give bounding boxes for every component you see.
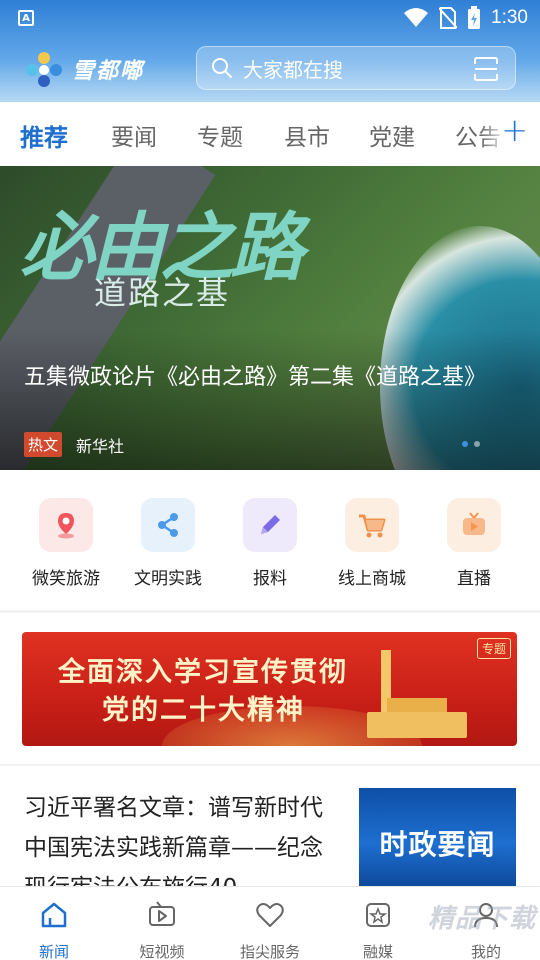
nav-label: 短视频 [139, 943, 185, 960]
status-time: 1:30 [491, 7, 528, 28]
banner-subtitle: 道路之基 [94, 274, 231, 312]
quick-entry-smile-tour[interactable]: 微笑旅游 [14, 498, 118, 589]
tab-counties[interactable]: 县市 [284, 118, 330, 152]
quick-entry-mall[interactable]: 线上商城 [320, 498, 424, 589]
nav-services[interactable]: 指尖服务 [216, 899, 324, 960]
section-divider [0, 610, 540, 613]
news-list-item[interactable]: 习近平署名文章：谱写新时代中国宪法实践新篇章——纪念现行宪法公布施行40 时政要… [0, 766, 540, 886]
quick-entry-civilization[interactable]: 文明实践 [116, 498, 220, 589]
tab-topics[interactable]: 专题 [197, 118, 243, 152]
nav-label: 新闻 [38, 943, 69, 960]
banner-title: 五集微政论片《必由之路》第二集《道路之基》 [24, 365, 487, 390]
quick-entry-label: 报料 [253, 569, 287, 589]
snowflake-logo-icon [26, 52, 62, 87]
battery-charging-icon [468, 6, 481, 29]
promo-line-1: 全面深入学习宣传贯彻 [58, 657, 348, 688]
quick-entry-label: 微笑旅游 [32, 569, 100, 589]
status-bar: A 1:30 [0, 0, 540, 36]
location-pin-icon [39, 498, 93, 552]
search-bar[interactable]: 大家都在搜 [196, 46, 516, 90]
featured-banner[interactable]: 必由之路 道路之基 五集微政论片《必由之路》第二集《道路之基》 热文 新华社 [0, 166, 540, 470]
no-sim-icon [439, 7, 458, 29]
search-placeholder: 大家都在搜 [243, 57, 343, 82]
hot-tag: 热文 [24, 432, 63, 457]
app-header: A 1:30 雪都嘟 大家都在搜 [0, 0, 540, 102]
tab-headlines[interactable]: 要闻 [111, 118, 157, 152]
pencil-icon [243, 498, 297, 552]
quick-entry-label: 直播 [457, 569, 491, 589]
quick-entry-label: 文明实践 [134, 569, 202, 589]
shopping-cart-icon [345, 498, 399, 552]
share-icon [141, 498, 195, 552]
carousel-dot [462, 441, 468, 447]
topic-tag: 专题 [476, 638, 511, 659]
quick-entry-label: 线上商城 [338, 569, 406, 589]
banner-source: 新华社 [76, 436, 125, 456]
news-thumbnail: 时政要闻 [359, 788, 516, 886]
news-thumbnail-text: 时政要闻 [379, 828, 496, 861]
nav-short-video[interactable]: 短视频 [108, 899, 216, 960]
carousel-dot [474, 441, 480, 447]
nav-label: 融媒 [362, 943, 393, 960]
promo-line-2: 党的二十大精神 [102, 695, 305, 726]
nav-label: 我的 [470, 943, 501, 960]
live-tv-icon [447, 498, 501, 552]
app-name: 雪都嘟 [72, 59, 145, 84]
quick-entry-report[interactable]: 报料 [218, 498, 322, 589]
tab-party[interactable]: 党建 [369, 118, 415, 152]
channel-tabs: 推荐 要闻 专题 县市 党建 公告 + [0, 102, 540, 166]
nav-news[interactable]: 新闻 [0, 899, 108, 960]
nav-label: 指尖服务 [239, 943, 300, 960]
news-title: 习近平署名文章：谱写新时代中国宪法实践新篇章——纪念现行宪法公布施行40 [24, 795, 323, 886]
home-icon [41, 902, 67, 928]
heart-icon [256, 903, 284, 927]
promo-banner[interactable]: 全面深入学习宣传贯彻 党的二十大精神 专题 [22, 632, 517, 746]
carousel-indicator [462, 441, 480, 447]
quick-entries: 微笑旅游 文明实践 报料 线上商城 直播 [0, 470, 540, 610]
tab-recommend[interactable]: 推荐 [20, 118, 68, 153]
wifi-icon [404, 8, 429, 27]
nav-media[interactable]: 融媒 [324, 899, 432, 960]
watermark: 精品下载 [427, 904, 536, 934]
video-icon [149, 901, 175, 926]
media-icon [366, 903, 390, 927]
notification-icon: A [18, 10, 34, 26]
search-icon [212, 58, 232, 78]
quick-entry-live[interactable]: 直播 [422, 498, 526, 589]
add-channel-button[interactable]: + [501, 114, 528, 146]
app-logo[interactable]: 雪都嘟 [24, 50, 144, 88]
tiananmen-decoration [367, 698, 467, 738]
scan-icon[interactable] [473, 56, 499, 82]
